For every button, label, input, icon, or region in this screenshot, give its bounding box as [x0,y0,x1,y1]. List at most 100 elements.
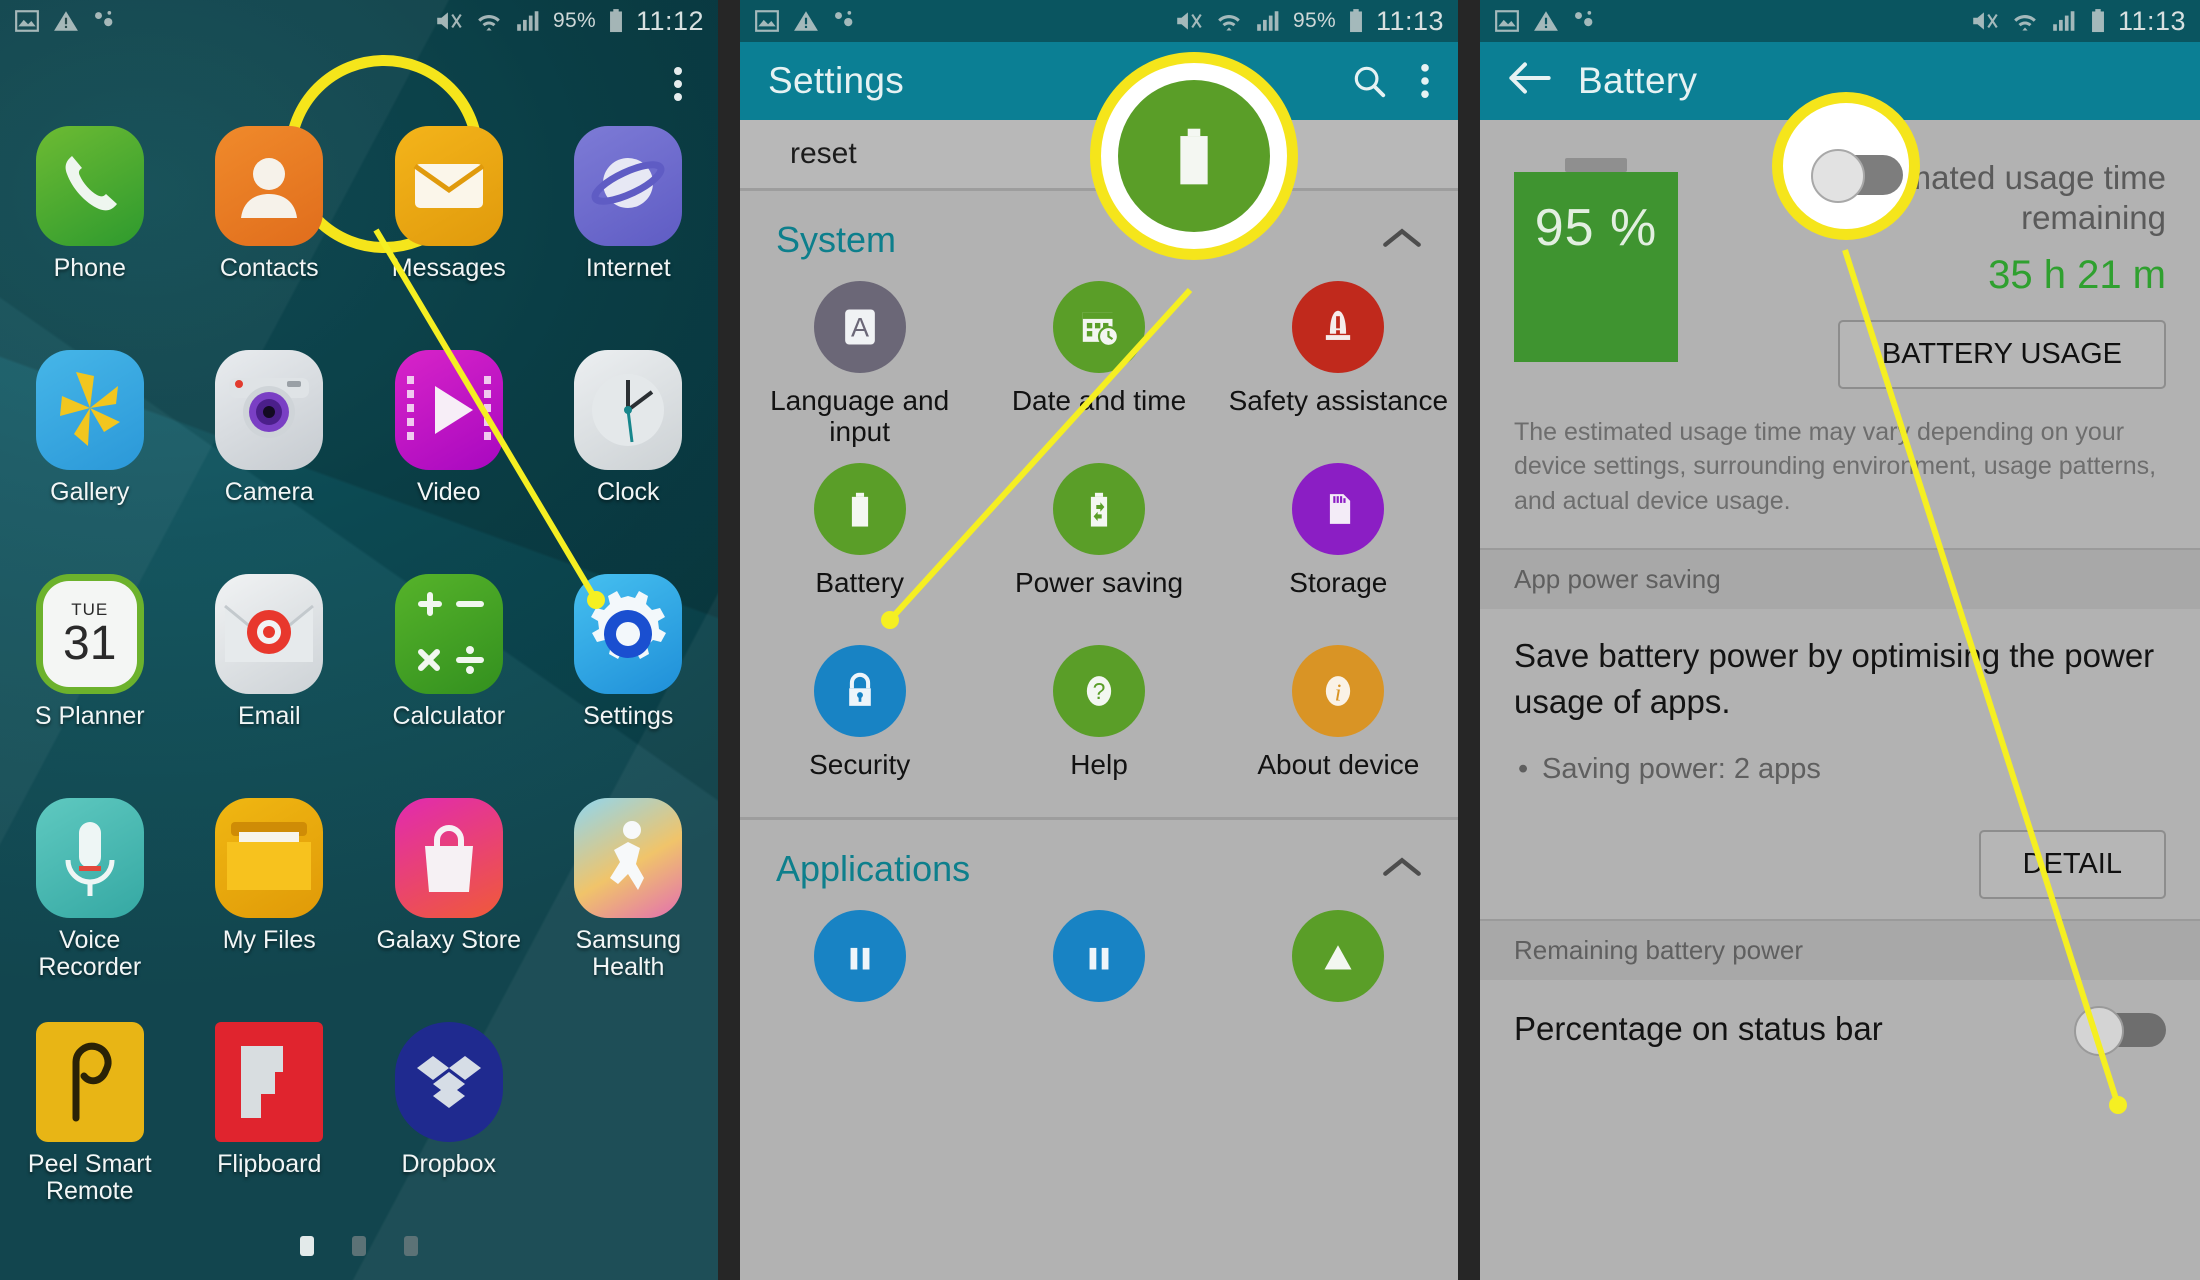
page-dot-2[interactable] [352,1236,366,1256]
app-label: Flipboard [217,1150,322,1178]
app-s-planner[interactable]: TUE 31 S Planner [0,566,180,790]
language-icon: A [813,281,906,373]
settings-item-security[interactable]: Security [740,635,979,817]
app-messages[interactable]: Messages [359,118,539,342]
signal-icon [517,11,539,31]
power-saving-icon [1052,463,1145,555]
app-voice-recorder[interactable]: Voice Recorder [0,790,180,1014]
mute-icon [1973,12,1998,30]
gear-icon [574,574,683,694]
settings-scroll-body[interactable]: reset System A Language and input Date a… [740,120,1458,1280]
app-peel-smart-remote[interactable]: Peel Smart Remote [0,1014,180,1238]
svg-text:i: i [1335,679,1342,706]
app-email[interactable]: Email [180,566,360,790]
page-title: Battery [1578,60,1698,101]
app-label: Messages [391,254,506,282]
app-label: Camera [224,478,314,506]
svg-text:?: ? [1093,678,1106,704]
toggle-knob[interactable] [2074,1006,2124,1057]
battery-body: 95 % Estimated usage time remaining 35 h… [1480,120,2200,1280]
warning-icon [1534,11,1558,31]
app-label: Peel Smart Remote [27,1150,152,1205]
app-phone[interactable]: Phone [0,118,180,342]
section-header-applications[interactable]: Applications [740,820,1458,900]
app-label: Samsung Health [575,926,682,981]
home-screen-panel: 95% 11:12 Phone Contacts Messages Intern… [0,0,718,1280]
screenshot-icon [1495,10,1519,32]
page-dot-3[interactable] [404,1236,418,1256]
chevron-up-icon[interactable] [1382,225,1422,256]
app-contacts[interactable]: Contacts [180,118,360,342]
question-icon: ? [1052,645,1145,737]
screenshot-icon [15,10,39,32]
settings-item-language-and-input[interactable]: A Language and input [740,271,979,453]
percentage-toggle[interactable] [2074,1006,2166,1057]
settings-item-about-device[interactable]: i About device [1219,635,1458,817]
settings-item-app-partial-3[interactable] [1219,900,1458,1082]
item-label: Battery [815,567,905,598]
app-label: My Files [222,926,316,954]
video-icon [394,350,503,470]
percentage-on-status-bar-row[interactable]: Percentage on status bar [1480,980,2200,1078]
home-overflow-menu-icon[interactable] [674,62,682,106]
app-my-files[interactable]: My Files [180,790,360,1014]
home-page-indicator[interactable] [0,1236,718,1256]
battery-icon [2091,9,2104,33]
row-label: reset [790,137,857,170]
app-galaxy-store[interactable]: Galaxy Store [359,790,539,1014]
battery-usage-button[interactable]: BATTERY USAGE [1837,319,2166,389]
app-video[interactable]: Video [359,342,539,566]
app-power-saving-status: Saving power: 2 apps [1514,753,2166,786]
overflow-menu-icon[interactable] [1420,62,1430,100]
chevron-up-icon[interactable] [1382,854,1422,885]
app-clock[interactable]: Clock [539,342,719,566]
app-power-saving-body: Save battery power by optimising the pow… [1480,609,2200,919]
settings-item-date-and-time[interactable]: Date and time [979,271,1218,453]
applications-grid-partial [740,900,1458,1082]
warning-icon [794,11,818,31]
search-icon[interactable] [1350,62,1388,100]
app-label: Email [237,702,301,730]
shopping-bag-icon [394,798,503,918]
app-settings[interactable]: Settings [539,566,719,790]
back-arrow-icon[interactable] [1508,61,1552,102]
settings-item-safety-assistance[interactable]: Safety assistance [1219,271,1458,453]
row-label: Percentage on status bar [1514,1010,1883,1048]
section-header-system[interactable]: System [740,191,1458,271]
mute-icon [437,12,462,30]
app-triangle-icon [1292,910,1385,1002]
status-battery-percent: 95% [1293,9,1336,32]
status-battery-percent: 95% [553,9,596,32]
battery-icon [1349,9,1362,33]
settings-item-app-partial-2[interactable] [979,900,1218,1082]
app-gallery[interactable]: Gallery [0,342,180,566]
battery-icon [813,463,906,555]
screenshot-stage: 95% 11:12 Phone Contacts Messages Intern… [0,0,2200,1280]
app-dropbox[interactable]: Dropbox [359,1014,539,1238]
wifi-icon [1218,15,1240,31]
settings-item-app-partial-1[interactable] [740,900,979,1082]
app-power-saving-description: Save battery power by optimising the pow… [1514,637,2155,721]
app-internet[interactable]: Internet [539,118,719,342]
app-label: Galaxy Store [376,926,521,954]
settings-item-power-saving[interactable]: Power saving [979,453,1218,635]
app-flipboard[interactable]: Flipboard [180,1014,360,1238]
detail-button[interactable]: DETAIL [1978,830,2166,900]
app-label: Clock [596,478,660,506]
app-label: Dropbox [401,1150,497,1178]
remaining-battery-power-header: Remaining battery power [1480,919,2200,981]
callout-ring-battery-tile [1090,52,1298,260]
battery-percent-value: 95 % [1534,199,1658,257]
page-dot-1[interactable] [300,1236,314,1256]
app-label: Video [417,478,481,506]
status-clock: 11:13 [1375,5,1444,36]
settings-item-storage[interactable]: Storage [1219,453,1458,635]
peel-icon [35,1022,144,1142]
app-samsung-health[interactable]: Samsung Health [539,790,719,1014]
settings-item-battery[interactable]: Battery [740,453,979,635]
app-empty-slot [539,1014,719,1238]
app-camera[interactable]: Camera [180,342,360,566]
camera-icon [215,350,324,470]
app-calculator[interactable]: Calculator [359,566,539,790]
settings-item-help[interactable]: ? Help [979,635,1218,817]
